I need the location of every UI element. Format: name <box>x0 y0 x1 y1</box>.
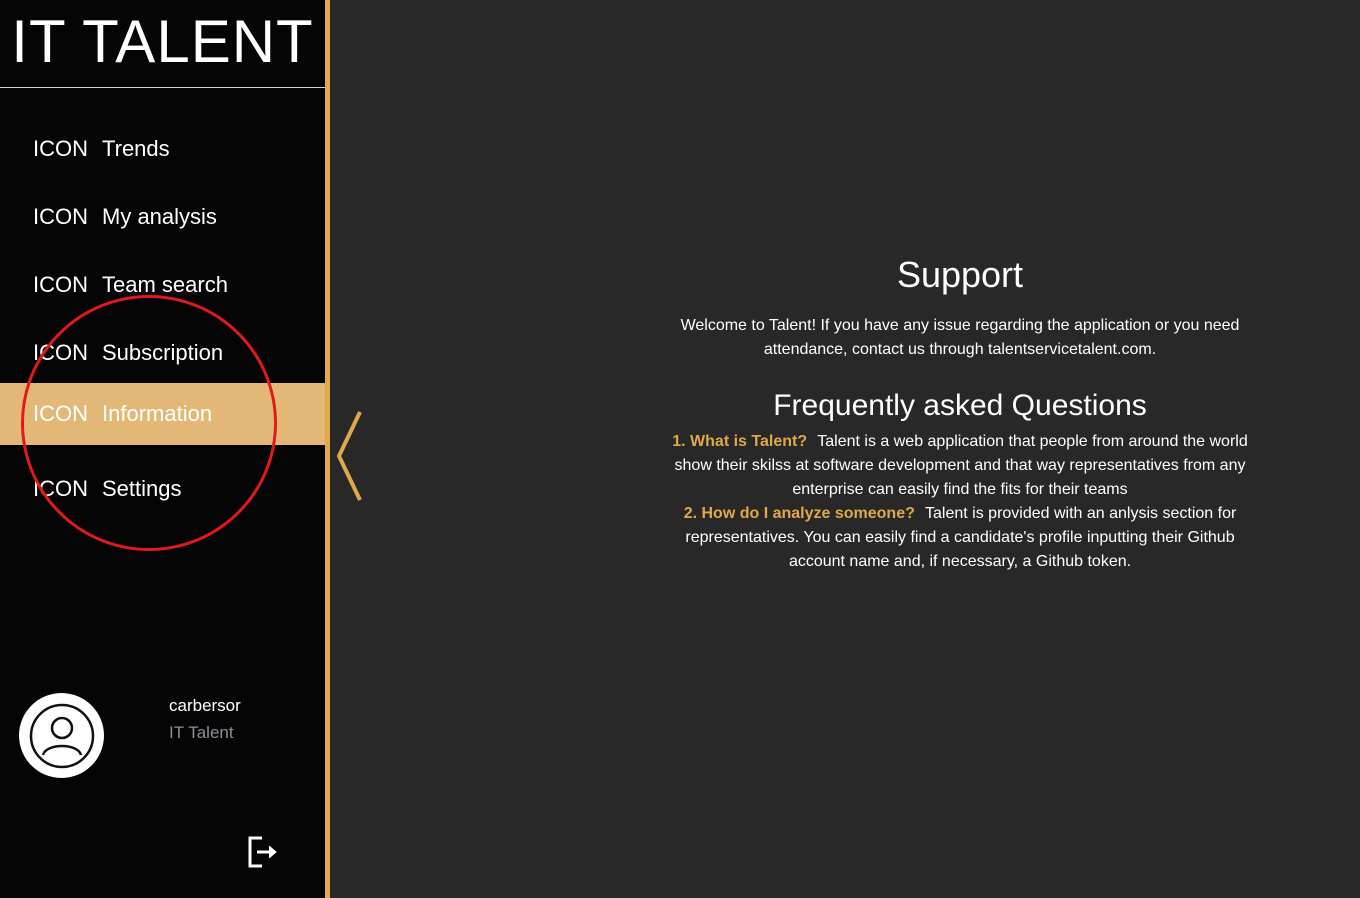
brand-title: IT TALENT <box>0 0 325 88</box>
nav-label: Trends <box>102 136 170 161</box>
avatar[interactable] <box>19 693 104 778</box>
collapse-sidebar-button[interactable] <box>334 408 366 504</box>
nav-icon-placeholder: ICON <box>33 401 88 426</box>
nav-icon-placeholder: ICON <box>33 272 88 297</box>
faq-item: 1. What is Talent? Talent is a web appli… <box>660 430 1260 502</box>
nav-icon-placeholder: ICON <box>33 340 88 365</box>
support-text: Welcome to Talent! If you have any issue… <box>680 317 1240 358</box>
logout-icon <box>248 836 277 868</box>
faq-question: 1. What is Talent? <box>672 433 808 450</box>
nav-item-my-analysis[interactable]: ICON My analysis <box>0 186 325 248</box>
nav-icon-placeholder: ICON <box>33 136 88 161</box>
nav-item-settings[interactable]: ICON Settings <box>0 458 325 520</box>
support-content: Support Welcome to Talent! If you have a… <box>600 250 1320 574</box>
faq-question: 2. How do I analyze someone? <box>683 505 915 522</box>
user-organization: IT Talent <box>169 723 234 742</box>
support-title: Support <box>896 254 1024 295</box>
logout-button[interactable] <box>246 834 282 870</box>
nav-label: Team search <box>102 272 228 297</box>
nav-label: Subscription <box>102 340 224 365</box>
nav-item-team-search[interactable]: ICON Team search <box>0 254 325 316</box>
nav-label: Information <box>102 401 213 426</box>
nav-item-trends[interactable]: ICON Trends <box>0 118 325 180</box>
user-name: carbersor <box>169 696 241 715</box>
chevron-left-icon <box>336 411 362 501</box>
nav-item-information[interactable]: ICON Information <box>0 383 325 445</box>
nav-icon-placeholder: ICON <box>33 204 88 229</box>
sidebar-divider <box>325 0 330 898</box>
faq-title: Frequently asked Questions <box>773 389 1147 422</box>
nav-item-subscription[interactable]: ICON Subscription <box>0 322 325 384</box>
faq-item: 2. How do I analyze someone? Talent is p… <box>660 502 1260 574</box>
nav-label: Settings <box>102 476 182 501</box>
sidebar: IT TALENT ICON Trends ICON My analysis I… <box>0 0 325 898</box>
nav-label: My analysis <box>102 204 217 229</box>
nav-icon-placeholder: ICON <box>33 476 88 501</box>
user-avatar-icon <box>29 703 94 768</box>
